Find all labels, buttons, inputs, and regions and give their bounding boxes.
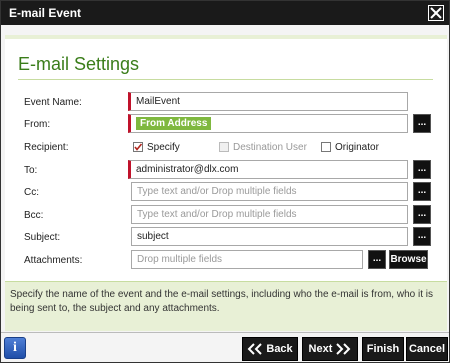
double-chevron-right-icon: [336, 343, 351, 355]
to-label: To:: [24, 165, 38, 176]
destination-user-label: Destination User: [233, 142, 307, 153]
heading-divider: [18, 79, 433, 80]
specify-label: Specify: [147, 142, 180, 153]
subject-picker-button[interactable]: ...: [413, 227, 431, 246]
next-label: Next: [308, 343, 333, 355]
back-label: Back: [266, 343, 293, 355]
from-label: From:: [24, 119, 51, 130]
originator-checkbox[interactable]: [321, 142, 331, 152]
event-name-label: Event Name:: [24, 97, 82, 108]
info-icon[interactable]: i: [4, 337, 26, 359]
double-chevron-left-icon: [247, 343, 263, 355]
from-input[interactable]: From Address: [128, 114, 408, 133]
from-picker-button[interactable]: ...: [413, 114, 431, 133]
back-button[interactable]: Back: [242, 337, 298, 361]
attachments-input[interactable]: Drop multiple fields: [131, 250, 363, 269]
email-event-dialog: E-mail Event E-mail Settings Event Name:…: [0, 0, 450, 363]
settings-panel: E-mail Settings Event Name: MailEvent Fr…: [5, 35, 447, 281]
bcc-input[interactable]: Type text and/or Drop multiple fields: [131, 205, 408, 224]
subject-input[interactable]: subject: [131, 227, 408, 246]
cc-label: Cc:: [24, 187, 39, 198]
top-strip: [1, 25, 449, 35]
cc-picker-button[interactable]: ...: [413, 182, 431, 201]
section-heading: E-mail Settings: [18, 54, 140, 74]
destination-user-checkbox: [219, 142, 229, 152]
specify-checkbox[interactable]: [133, 142, 143, 152]
to-picker-button[interactable]: ...: [413, 160, 431, 179]
attachments-label: Attachments:: [24, 255, 83, 266]
finish-button[interactable]: Finish: [362, 337, 404, 361]
cancel-button[interactable]: Cancel: [406, 337, 448, 361]
cc-input[interactable]: Type text and/or Drop multiple fields: [131, 182, 408, 201]
close-icon[interactable]: [428, 5, 444, 21]
window-title: E-mail Event: [9, 6, 82, 20]
footer-bar: i Back Next Finish Cancel: [1, 332, 449, 362]
bcc-picker-button[interactable]: ...: [413, 205, 431, 224]
help-text: Specify the name of the event and the e-…: [5, 281, 447, 331]
originator-label: Originator: [335, 142, 379, 153]
subject-label: Subject:: [24, 232, 61, 243]
title-bar: E-mail Event: [1, 1, 449, 25]
next-button[interactable]: Next: [302, 337, 358, 361]
bcc-label: Bcc:: [24, 210, 44, 221]
event-name-input[interactable]: MailEvent: [128, 92, 408, 111]
attachments-picker-button[interactable]: ...: [368, 250, 386, 269]
to-input[interactable]: administrator@dlx.com: [128, 160, 408, 179]
recipient-label: Recipient:: [24, 142, 69, 153]
browse-button[interactable]: Browse: [389, 250, 428, 269]
from-address-chip[interactable]: From Address: [136, 117, 212, 130]
